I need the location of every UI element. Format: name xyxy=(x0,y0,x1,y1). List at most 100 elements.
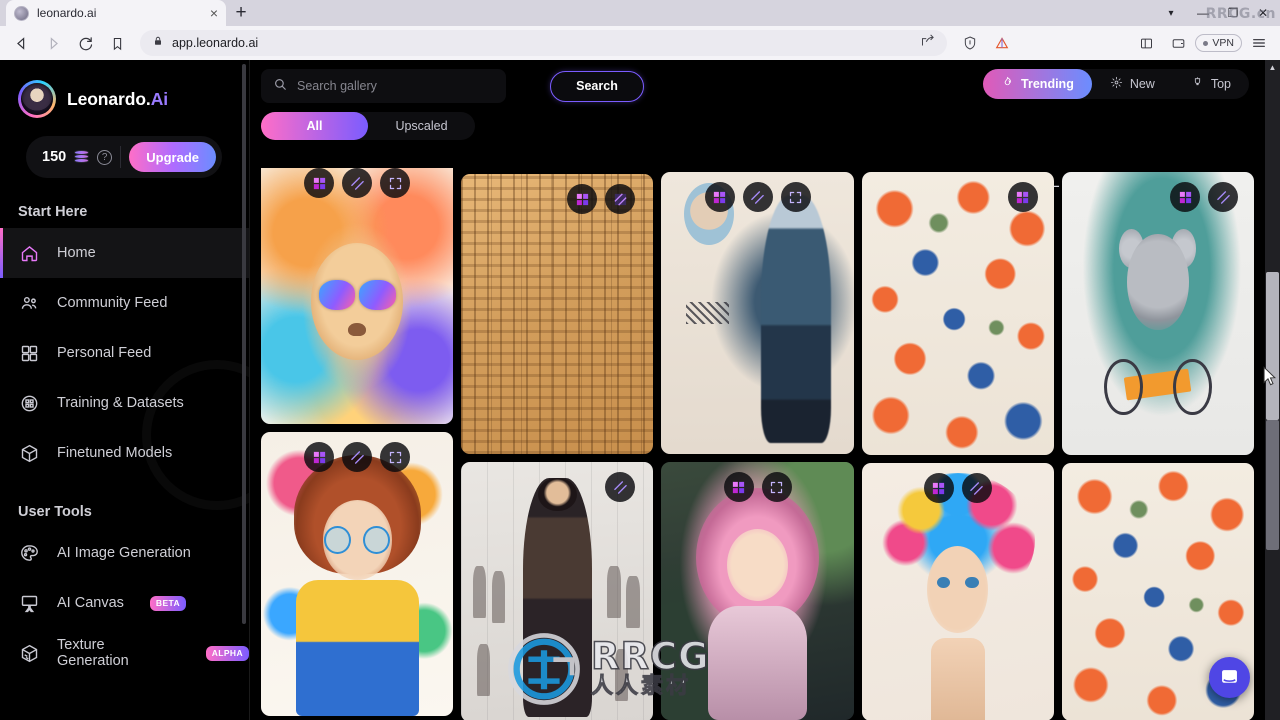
tab-new[interactable]: New xyxy=(1092,69,1173,99)
sidebar-item-texture-generation[interactable]: Texture Generation ALPHA xyxy=(0,628,249,678)
sidebar-item-label: Finetuned Models xyxy=(57,445,173,461)
tab-search-chevron-icon[interactable]: ▾ xyxy=(1154,0,1188,26)
image-variations-icon[interactable] xyxy=(304,442,335,472)
window-minimize-button[interactable]: — xyxy=(1188,0,1218,26)
share-icon[interactable] xyxy=(920,33,935,53)
window-controls: ▾ — ❐ ✕ xyxy=(1154,0,1280,26)
sidebar-section-start-here: Start Here xyxy=(18,204,88,220)
vpn-toggle-button[interactable]: VPN xyxy=(1195,34,1242,52)
bookmark-icon[interactable] xyxy=(102,29,132,57)
gallery-card-koala-riding-bicycle[interactable] xyxy=(1061,172,1255,455)
upgrade-button[interactable]: Upgrade xyxy=(129,142,216,172)
gallery-card-egyptian-hieroglyphics-papyrus[interactable] xyxy=(461,174,654,454)
scroll-up-arrow-icon[interactable]: ▲ xyxy=(1265,60,1280,75)
hamburger-menu-icon[interactable] xyxy=(1244,29,1274,57)
expand-fullscreen-icon[interactable] xyxy=(380,168,411,198)
expand-fullscreen-icon[interactable] xyxy=(380,442,411,472)
flame-icon xyxy=(1001,76,1014,92)
intercom-chat-icon xyxy=(1222,670,1237,683)
browser-tab[interactable]: leonardo.ai × xyxy=(6,0,226,26)
easel-canvas-icon xyxy=(18,592,40,614)
gallery-main: Search All Upscaled Trending xyxy=(250,60,1280,720)
card-actions xyxy=(605,472,636,502)
diagonal-lines-remix-icon[interactable] xyxy=(1208,182,1239,212)
brand-title-suffix: Ai xyxy=(150,88,168,109)
tab-all[interactable]: All xyxy=(261,112,368,140)
sidebar-item-personal-feed[interactable]: Personal Feed xyxy=(0,328,249,378)
diagonal-lines-remix-icon[interactable] xyxy=(342,442,373,472)
diagonal-lines-remix-icon[interactable] xyxy=(742,182,773,212)
brand-avatar-icon xyxy=(18,80,56,118)
tab-label: Trending xyxy=(1021,77,1074,91)
credits-divider xyxy=(120,146,122,168)
lock-icon xyxy=(152,34,164,52)
diagonal-lines-remix-icon[interactable] xyxy=(605,472,636,502)
window-close-button[interactable]: ✕ xyxy=(1248,0,1278,26)
window-maximize-button[interactable]: ❐ xyxy=(1218,0,1248,26)
sidebar-item-label: Home xyxy=(57,245,96,261)
tab-trending[interactable]: Trending xyxy=(983,69,1092,99)
tab-favicon-icon xyxy=(14,5,29,21)
sidebar-scrollbar[interactable] xyxy=(242,64,246,624)
tab-top[interactable]: Top xyxy=(1173,69,1249,99)
brand-title-main: Leonardo. xyxy=(67,88,151,109)
tab-upscaled[interactable]: Upscaled xyxy=(368,112,475,140)
browser-sidebar-icon[interactable] xyxy=(1131,29,1161,57)
scrollbar-track-lower[interactable] xyxy=(1266,420,1279,550)
sidebar-item-label: Training & Datasets xyxy=(57,395,184,411)
gallery-card-candy-hair-girl-portrait[interactable] xyxy=(861,463,1054,720)
diagonal-lines-remix-icon[interactable] xyxy=(605,184,636,214)
sidebar-item-home[interactable]: Home xyxy=(0,228,249,278)
gallery-card-character-sheet-dark-sorceress[interactable] xyxy=(461,462,654,720)
trophy-icon xyxy=(1191,76,1204,92)
expand-fullscreen-icon[interactable] xyxy=(780,182,811,212)
url-bar[interactable]: app.leonardo.ai xyxy=(140,30,948,56)
gallery-card-pink-haired-fae-portrait[interactable] xyxy=(661,462,854,720)
scrollbar-thumb[interactable] xyxy=(1266,272,1279,420)
gallery-card-girl-with-blue-glasses-hoodie[interactable] xyxy=(261,432,454,716)
gallery-card-colorful-lion-with-sunglasses[interactable] xyxy=(261,168,454,424)
reload-icon[interactable] xyxy=(70,29,100,57)
badge-beta: BETA xyxy=(149,595,187,611)
sidebar-item-finetuned-models[interactable]: Finetuned Models xyxy=(0,428,249,478)
back-arrow-icon[interactable] xyxy=(6,29,36,57)
intercom-chat-button[interactable] xyxy=(1209,657,1250,698)
search-button[interactable]: Search xyxy=(550,70,644,102)
help-circle-icon[interactable]: ? xyxy=(97,149,113,165)
cube-box-icon xyxy=(18,442,40,464)
gallery-column xyxy=(861,168,1054,720)
token-coins-icon xyxy=(74,150,90,164)
search-box[interactable] xyxy=(261,69,506,103)
search-icon xyxy=(273,77,287,96)
brave-wallet-icon[interactable] xyxy=(1163,29,1193,57)
image-variations-icon[interactable] xyxy=(704,182,735,212)
image-variations-icon[interactable] xyxy=(304,168,335,198)
gallery-grid xyxy=(250,168,1265,720)
image-variations-icon[interactable] xyxy=(1007,182,1038,212)
sidebar-item-community-feed[interactable]: Community Feed xyxy=(0,278,249,328)
card-image xyxy=(261,168,454,424)
image-variations-icon[interactable] xyxy=(567,184,598,214)
image-variations-icon[interactable] xyxy=(723,472,754,502)
expand-fullscreen-icon[interactable] xyxy=(761,472,792,502)
search-input[interactable] xyxy=(297,79,494,93)
brave-shield-icon[interactable] xyxy=(955,29,985,57)
page-scrollbar[interactable]: ▲ xyxy=(1265,60,1280,720)
brand-logo[interactable]: Leonardo.Ai xyxy=(0,60,249,118)
texture-cube-icon xyxy=(18,642,40,664)
tab-close-icon[interactable]: × xyxy=(210,6,218,20)
gallery-card-blue-haired-warrior-character-sheet[interactable] xyxy=(661,172,854,454)
gallery-card-orange-blue-floral-pattern[interactable] xyxy=(861,172,1054,455)
sidebar-item-ai-image-generation[interactable]: AI Image Generation xyxy=(0,528,249,578)
image-variations-icon[interactable] xyxy=(1170,182,1201,212)
card-actions xyxy=(923,473,992,503)
sidebar-item-training-datasets[interactable]: Training & Datasets xyxy=(0,378,249,428)
brave-leo-icon[interactable] xyxy=(987,29,1017,57)
diagonal-lines-remix-icon[interactable] xyxy=(961,473,992,503)
diagonal-lines-remix-icon[interactable] xyxy=(342,168,373,198)
image-variations-icon[interactable] xyxy=(923,473,954,503)
palette-icon xyxy=(18,542,40,564)
new-tab-button[interactable]: + xyxy=(226,0,256,26)
home-icon xyxy=(18,242,40,264)
sidebar-item-ai-canvas[interactable]: AI Canvas BETA xyxy=(0,578,249,628)
